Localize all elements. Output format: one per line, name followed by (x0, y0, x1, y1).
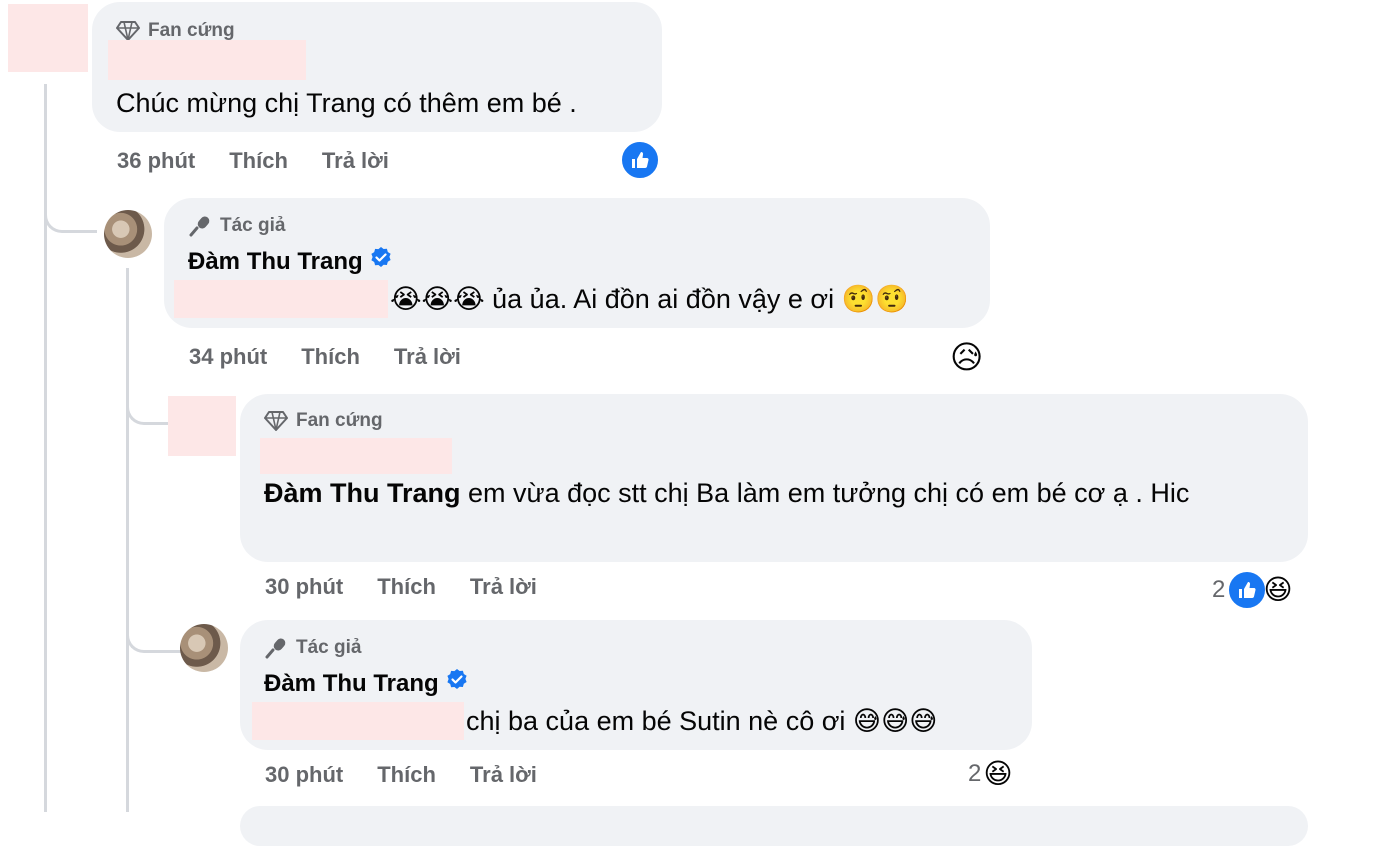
author-name-text: Đàm Thu Trang (188, 247, 363, 275)
comment-body: em vừa đọc stt chị Ba làm em tưởng chị c… (460, 478, 1190, 508)
reaction-summary[interactable]: 2 😆 (1212, 570, 1293, 610)
fan-badge: Fan cứng (264, 410, 383, 432)
fan-badge: Fan cứng (116, 20, 235, 42)
reaction-summary[interactable] (620, 140, 660, 180)
avatar[interactable] (8, 4, 88, 72)
badge-label: Tác giả (296, 637, 362, 658)
mentioned-name[interactable] (252, 702, 464, 740)
avatar[interactable] (104, 210, 152, 258)
comment-bubble: Fan cứng Đàm Thu Trang em vừa đọc stt ch… (240, 394, 1308, 562)
verified-badge-icon (369, 246, 393, 277)
comment-bubble: Tác giả Đàm Thu Trang 😭😭😭 ủa ủa. Ai đồn … (164, 198, 990, 328)
next-comment-bubble (240, 806, 1308, 846)
microphone-icon (264, 636, 288, 660)
author-name[interactable]: Đàm Thu Trang (264, 668, 469, 699)
comment-actions: 30 phút Thích Trả lời (265, 762, 537, 788)
comment-bubble: Fan cứng Chúc mừng chị Trang có thêm em … (92, 2, 662, 132)
comment-bubble: Tác giả Đàm Thu Trang chị ba của em bé S… (240, 620, 1032, 750)
badge-label: Tác giả (220, 215, 286, 236)
badge-label: Fan cứng (148, 20, 235, 41)
reaction-count: 2 (968, 760, 982, 787)
author-name[interactable]: Đàm Thu Trang (188, 246, 393, 277)
like-reaction-icon (1227, 570, 1268, 610)
thread-line-nested (126, 268, 129, 812)
reaction-count: 2 (1212, 576, 1226, 603)
like-button[interactable]: Thích (229, 148, 288, 174)
comment-time[interactable]: 36 phút (117, 148, 195, 174)
like-button[interactable]: Thích (301, 344, 360, 370)
commenter-name[interactable] (108, 40, 306, 80)
mention-link[interactable]: Đàm Thu Trang (264, 478, 461, 508)
author-name-text: Đàm Thu Trang (264, 669, 439, 697)
like-button[interactable]: Thích (377, 762, 436, 788)
sad-reaction-icon: 😥 (950, 339, 984, 375)
verified-badge-icon (445, 668, 469, 699)
comment-text: Chúc mừng chị Trang có thêm em bé . (116, 88, 577, 118)
avatar[interactable] (168, 396, 236, 456)
commenter-name[interactable] (260, 438, 452, 474)
reply-button[interactable]: Trả lời (322, 148, 389, 174)
comment-actions: 34 phút Thích Trả lời (189, 344, 461, 370)
badge-label: Fan cứng (296, 410, 383, 431)
avatar[interactable] (180, 624, 228, 672)
mentioned-name[interactable] (174, 280, 388, 318)
diamond-icon (264, 411, 288, 431)
like-button[interactable]: Thích (377, 574, 436, 600)
reply-button[interactable]: Trả lời (394, 344, 461, 370)
comment-time[interactable]: 30 phút (265, 762, 343, 788)
comment-time[interactable]: 30 phút (265, 574, 343, 600)
comment-time[interactable]: 34 phút (189, 344, 267, 370)
thread-connector (126, 360, 171, 425)
reply-button[interactable]: Trả lời (470, 574, 537, 600)
author-badge: Tác giả (188, 214, 285, 238)
like-reaction-icon (620, 140, 660, 180)
haha-reaction-icon: 😆 (1263, 574, 1293, 605)
reaction-summary[interactable]: 😥 (950, 338, 983, 376)
comment-text: chị ba của em bé Sutin nè cô ơi 😅😅😅 (466, 706, 938, 736)
diamond-icon (116, 21, 140, 41)
author-badge: Tác giả (264, 636, 361, 660)
thread-connector (126, 590, 181, 653)
haha-reaction-icon: 😆 (983, 758, 1013, 789)
reaction-summary[interactable]: 2 😆 (968, 758, 1013, 790)
comment-actions: 36 phút Thích Trả lời (117, 148, 389, 174)
comment-text: 😭😭😭 ủa ủa. Ai đồn ai đồn vậy e ơi 🤨🤨 (390, 284, 909, 314)
reply-button[interactable]: Trả lời (470, 762, 537, 788)
microphone-icon (188, 214, 212, 238)
comment-text: Đàm Thu Trang em vừa đọc stt chị Ba làm … (264, 474, 1274, 512)
thread-connector (44, 170, 97, 233)
comment-actions: 30 phút Thích Trả lời (265, 574, 537, 600)
